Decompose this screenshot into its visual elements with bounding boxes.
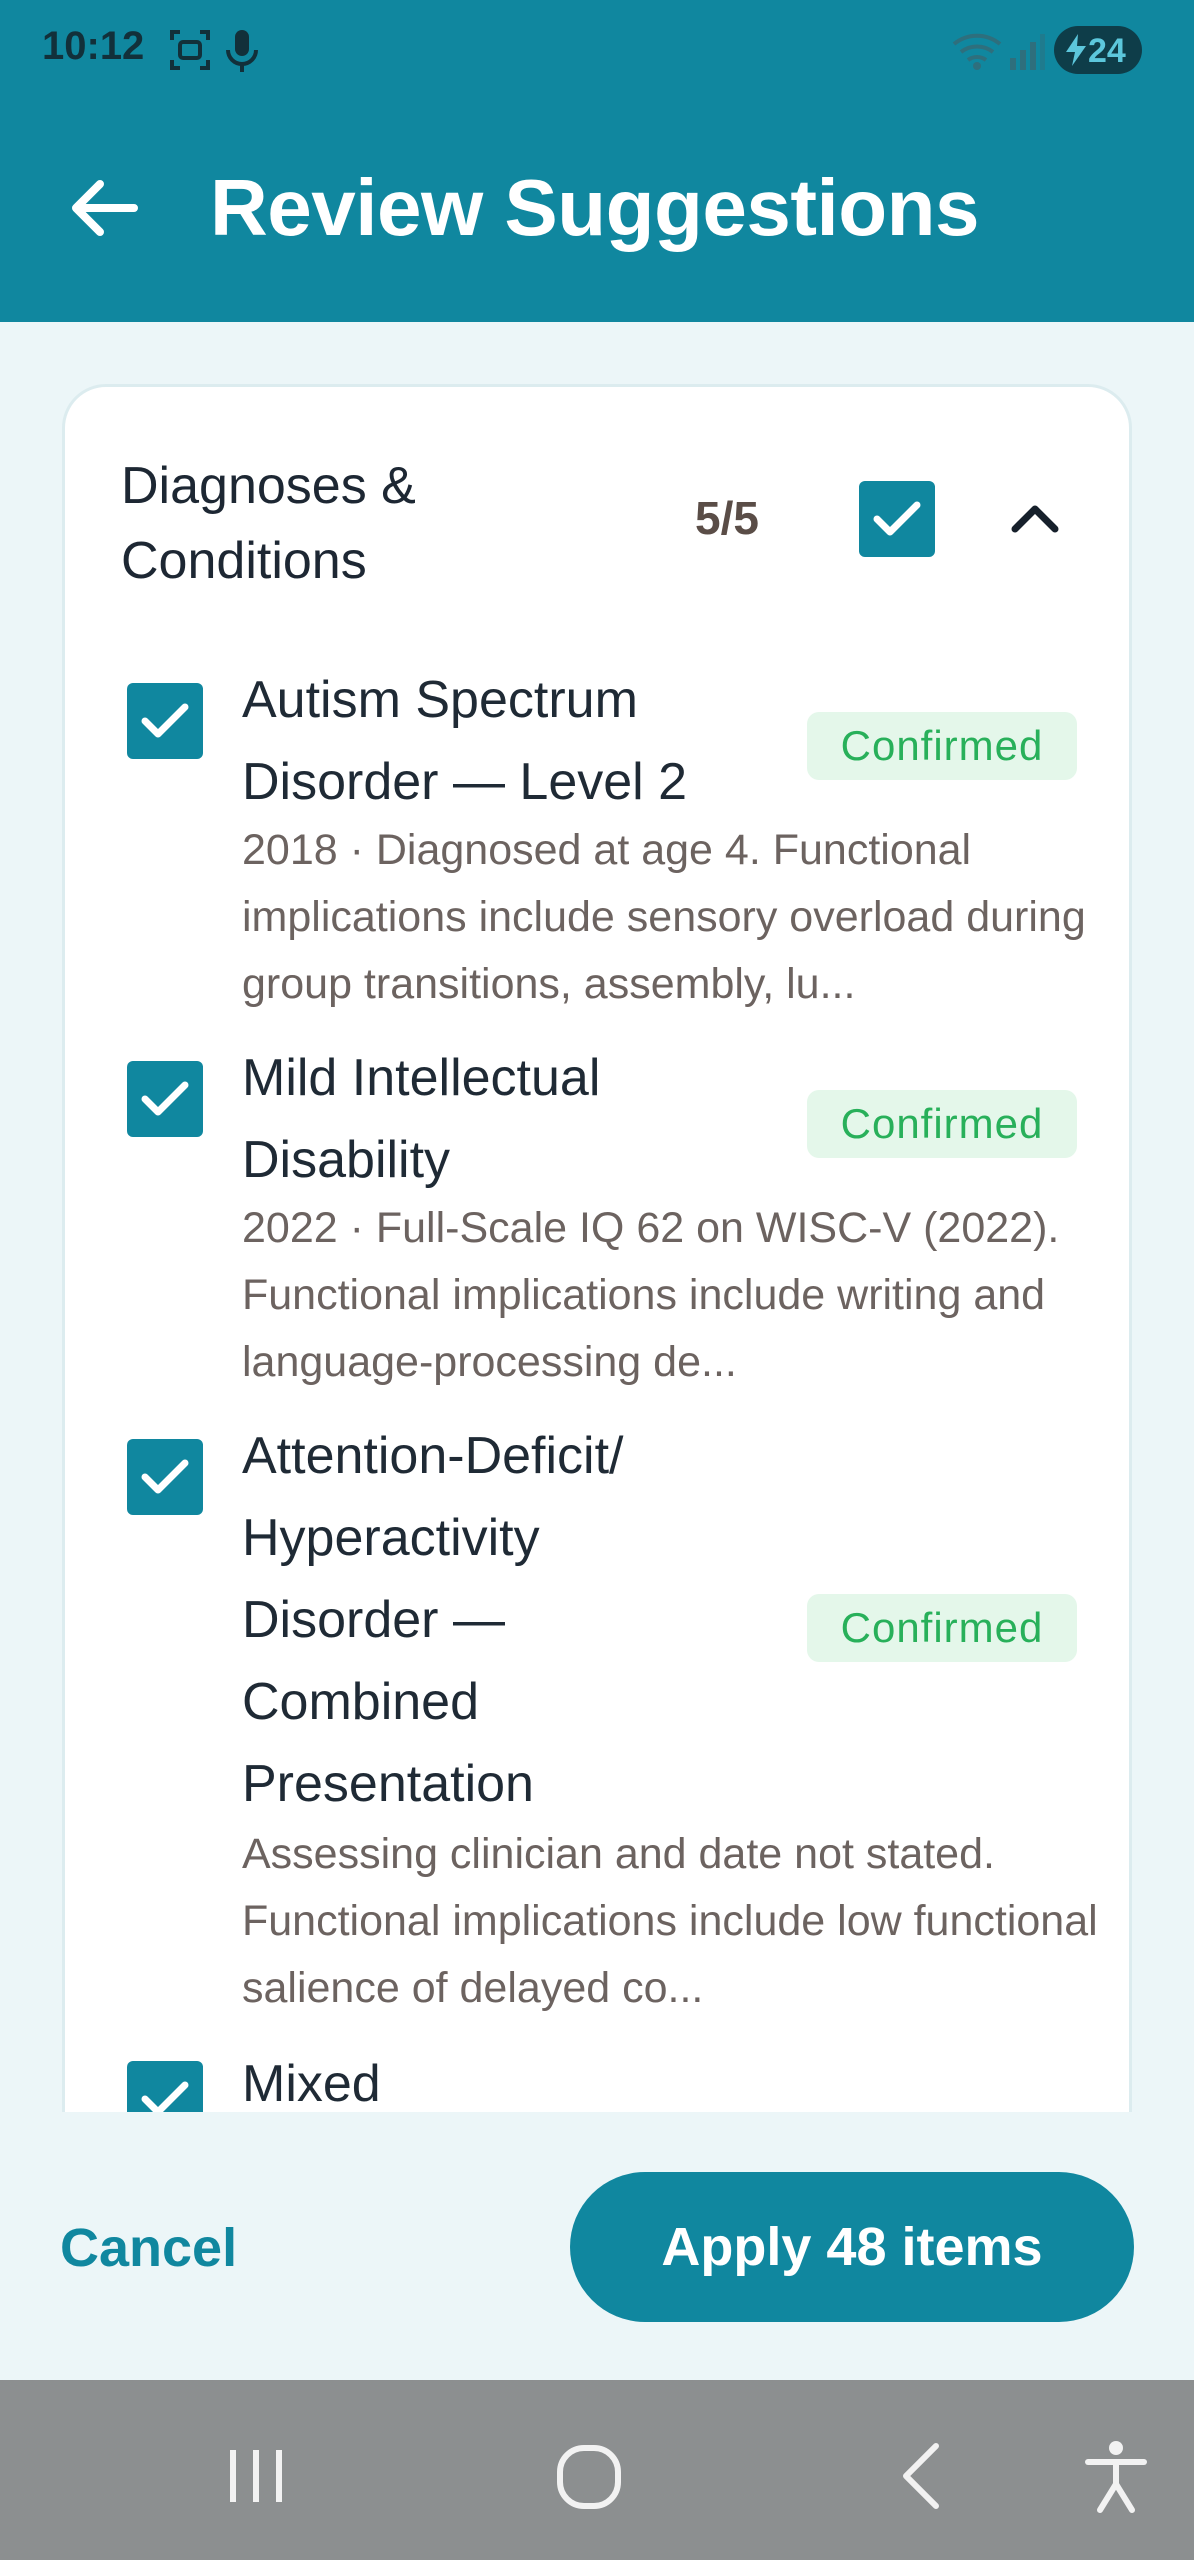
check-icon — [141, 1459, 189, 1494]
status-bar: 10:12 24 — [0, 0, 1194, 104]
app-bar: Review Suggestions — [0, 104, 1194, 322]
cancel-button[interactable]: Cancel — [60, 2208, 237, 2288]
item-checkbox[interactable] — [127, 683, 203, 759]
section-count: 5/5 — [695, 492, 759, 544]
battery-icon: 24 — [1054, 26, 1142, 74]
item-title: Mild Intellectual Disability — [242, 1049, 601, 1189]
recent-apps-icon[interactable] — [216, 2436, 296, 2516]
back-arrow-icon[interactable] — [62, 166, 146, 250]
item-checkbox[interactable] — [127, 1061, 203, 1137]
page-title: Review Suggestions — [210, 163, 979, 252]
item-description: 2018 · Diagnosed at age 4. Functional im… — [242, 826, 1086, 1008]
accessibility-icon[interactable] — [1076, 2436, 1156, 2516]
check-icon — [141, 1081, 189, 1116]
item-checkbox[interactable] — [127, 1439, 203, 1515]
action-footer: Cancel Apply 48 items — [0, 2112, 1194, 2380]
diagnoses-card: Diagnoses & Conditions 5/5 Autism Spectr… — [62, 384, 1132, 2184]
charging-bolt-icon — [1066, 34, 1086, 66]
select-all-checkbox[interactable] — [859, 481, 935, 557]
wifi-icon — [952, 33, 1002, 70]
item-description: Assessing clinician and date not stated.… — [242, 1830, 1098, 2012]
back-icon[interactable] — [882, 2436, 962, 2516]
battery-level: 24 — [1088, 32, 1126, 70]
screenshot-icon — [170, 30, 210, 70]
status-badge: Confirmed — [807, 1090, 1077, 1158]
mic-icon — [226, 30, 258, 72]
section-title: Diagnoses & Conditions — [121, 457, 416, 590]
item-title: Attention-Deficit/ Hyperactivity Disorde… — [242, 1427, 624, 1813]
item-description: 2022 · Full-Scale IQ 62 on WISC-V (2022)… — [242, 1204, 1060, 1386]
signal-icon — [1010, 34, 1045, 70]
item-title: Autism Spectrum Disorder — Level 2 — [242, 671, 688, 811]
chevron-up-icon[interactable] — [995, 479, 1075, 559]
apply-button[interactable]: Apply 48 items — [570, 2172, 1134, 2322]
home-icon[interactable] — [550, 2436, 630, 2516]
check-icon — [141, 703, 189, 738]
status-badge: Confirmed — [807, 1594, 1077, 1662]
check-icon — [873, 501, 921, 536]
system-nav-bar — [0, 2380, 1194, 2560]
status-badge: Confirmed — [807, 712, 1077, 780]
status-time: 10:12 — [42, 24, 145, 68]
